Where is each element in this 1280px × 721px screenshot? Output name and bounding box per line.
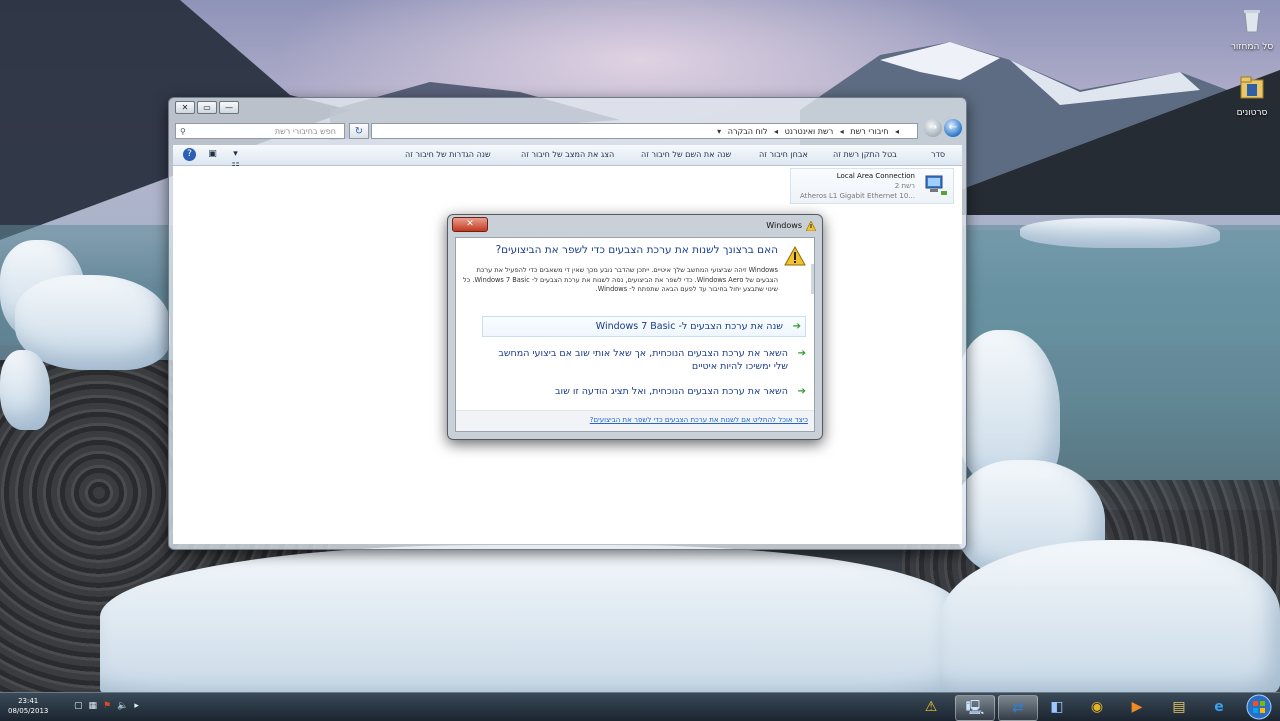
flag-icon[interactable]: ⚑ xyxy=(103,701,111,711)
organize-button[interactable]: סדר xyxy=(931,145,945,165)
arrow-right-icon: ➔ xyxy=(792,321,801,332)
option-label: השאר את ערכת הצבעים הנוכחית, אך שאל אותי… xyxy=(498,348,788,372)
forward-button[interactable]: → xyxy=(924,119,942,137)
dialog-footer: כיצד אוכל להחליט אם לשנות את ערכת הצבעים… xyxy=(456,410,814,431)
clock[interactable]: 23:41 08/05/2013 xyxy=(8,696,48,716)
arrow-right-icon: ➔ xyxy=(797,348,806,359)
ice-block xyxy=(940,540,1280,700)
explorer-folder-icon[interactable]: ▤ xyxy=(1160,695,1198,719)
close-button[interactable]: ✕ xyxy=(452,217,488,232)
volume-icon[interactable]: 🔈 xyxy=(117,701,128,711)
help-icon[interactable]: ? xyxy=(183,148,196,161)
arrow-right-icon: ➔ xyxy=(797,386,806,397)
breadcrumb-item[interactable]: לוח הבקרה xyxy=(728,127,768,136)
breadcrumb[interactable]: ▾ חיבורי רשת ◂ רשת ואינטרנט ◂ לוח הבקרה … xyxy=(371,123,918,139)
connection-status: רשת 2 xyxy=(894,182,915,190)
search-icon: ⚲ xyxy=(180,127,186,136)
recycle-bin-icon xyxy=(1244,10,1260,33)
ice-block xyxy=(100,545,960,705)
view-options-icon[interactable]: ▾ ☷ xyxy=(229,148,242,172)
folder-icon xyxy=(1240,76,1264,99)
performance-dialog: ✕ Windows האם ברצונך לשנות את ערכת הצבעי… xyxy=(447,214,823,440)
breadcrumb-separator: ◂ xyxy=(894,127,899,136)
change-settings-button[interactable]: שנה הגדרות של חיבור זה xyxy=(405,145,491,165)
breadcrumb-separator: ◂ xyxy=(774,127,779,136)
preview-pane-icon[interactable]: ▣ xyxy=(206,148,219,161)
network-icon[interactable]: ▦ xyxy=(89,701,98,711)
media-player-icon[interactable]: ▶ xyxy=(1118,695,1156,719)
breadcrumb-separator: ◂ xyxy=(839,127,844,136)
option-change-to-basic[interactable]: ➔ שנה את ערכת הצבעים ל- Windows 7 Basic xyxy=(482,316,806,337)
search-input[interactable]: ⚲ חפש בחיבורי רשת xyxy=(175,123,345,139)
chevron-down-icon: ▾ xyxy=(717,127,722,136)
warning-app-icon[interactable]: ⚠ xyxy=(912,695,950,719)
option-label: שנה את ערכת הצבעים ל- Windows 7 Basic xyxy=(595,321,783,332)
show-desktop-icon[interactable]: ▢ xyxy=(74,701,83,711)
desktop-icon-label: סל המחזור xyxy=(1230,42,1274,52)
connection-item[interactable]: Local Area Connection רשת 2 Atheros L1 G… xyxy=(790,168,954,204)
command-bar: ? ▣ ▾ ☷ שנה הגדרות של חיבור זה הצג את המ… xyxy=(173,145,962,172)
chevron-icon[interactable]: ▸ xyxy=(134,701,139,711)
internet-explorer-icon[interactable]: e xyxy=(1200,695,1238,719)
dialog-body: האם ברצונך לשנות את ערכת הצבעים כדי לשפר… xyxy=(455,237,815,432)
desktop-icon-videos[interactable]: סרטונים xyxy=(1222,72,1280,118)
dialog-description: Windows זיהה שביצועי המחשב שלך איטיים. י… xyxy=(463,266,778,293)
dialog-question: האם ברצונך לשנות את ערכת הצבעים כדי לשפר… xyxy=(495,244,778,256)
warning-icon xyxy=(784,246,806,266)
nav-buttons: → ← xyxy=(922,119,962,137)
desktop-icon-recycle-bin[interactable]: סל המחזור xyxy=(1222,6,1280,52)
option-label: השאר את ערכת הצבעים הנוכחית, ואל תציג הו… xyxy=(554,386,788,397)
ice-block xyxy=(1020,218,1220,248)
teamviewer-icon[interactable]: ⇄ xyxy=(998,695,1038,721)
system-tray: ▢ ▦ ⚑ 🔈 ▸ xyxy=(74,701,145,711)
refresh-icon: ↻ xyxy=(354,126,364,137)
caption-buttons: ✕ ▭ — xyxy=(175,101,241,114)
option-keep-ask-again[interactable]: ➔ השאר את ערכת הצבעים הנוכחית, אך שאל או… xyxy=(482,347,806,373)
breadcrumb-item[interactable]: חיבורי רשת xyxy=(850,127,888,136)
rename-connection-button[interactable]: שנה את השם של חיבור זה xyxy=(641,145,731,165)
breadcrumb-item[interactable]: רשת ואינטרנט xyxy=(785,127,834,136)
minimize-button[interactable]: — xyxy=(219,101,239,114)
network-adapter-icon xyxy=(925,175,947,195)
diagnose-button[interactable]: אבחן חיבור זה xyxy=(759,145,808,165)
warning-icon xyxy=(806,221,816,231)
network-window-icon[interactable]: 🖳 xyxy=(955,695,995,721)
close-button[interactable]: ✕ xyxy=(175,101,195,114)
option-keep-dont-show[interactable]: ➔ השאר את ערכת הצבעים הנוכחית, ואל תציג … xyxy=(482,385,806,398)
connection-name: Local Area Connection xyxy=(836,172,915,180)
app-window-icon[interactable]: ◧ xyxy=(1038,695,1076,719)
clock-time: 23:41 xyxy=(18,697,39,705)
scrollbar[interactable] xyxy=(811,264,814,294)
disable-device-button[interactable]: בטל התקן רשת זה xyxy=(833,145,897,165)
clock-date: 08/05/2013 xyxy=(8,707,49,715)
chrome-icon[interactable]: ◉ xyxy=(1078,695,1116,719)
refresh-button[interactable]: ↻ xyxy=(349,123,369,139)
connection-device: Atheros L1 Gigabit Ethernet 10... xyxy=(799,192,915,200)
taskbar: 23:41 08/05/2013 ▢ ▦ ⚑ 🔈 ▸ ⚠ 🖳 ⇄ ◧ ◉ ▶ ▤… xyxy=(0,692,1280,721)
ice-block xyxy=(0,350,50,430)
dialog-title: Windows xyxy=(766,221,802,230)
back-button[interactable]: ← xyxy=(944,119,962,137)
maximize-button[interactable]: ▭ xyxy=(197,101,217,114)
help-link[interactable]: כיצד אוכל להחליט אם לשנות את ערכת הצבעים… xyxy=(590,416,808,424)
desktop-icon-label: סרטונים xyxy=(1236,108,1268,118)
view-status-button[interactable]: הצג את המצב של חיבור זה xyxy=(521,145,614,165)
address-bar-row: ⚲ חפש בחיבורי רשת ↻ ▾ חיבורי רשת ◂ רשת ו… xyxy=(175,119,962,141)
search-placeholder: חפש בחיבורי רשת xyxy=(274,127,336,136)
start-orb-icon[interactable] xyxy=(1243,693,1275,721)
